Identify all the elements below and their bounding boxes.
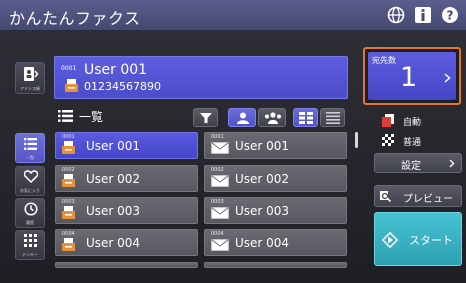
heart-icon bbox=[24, 170, 38, 183]
sidebar-item-tenkey[interactable]: テンキー bbox=[15, 230, 45, 260]
preview-icon bbox=[380, 191, 391, 202]
fax-icon bbox=[62, 141, 75, 154]
sidebar-item-caption: 履歴 bbox=[26, 220, 34, 225]
entry-tile-fax-0004[interactable]: 0004 User 004 bbox=[55, 229, 198, 256]
entry-tile-email-0003[interactable]: 0003 User 003 bbox=[204, 197, 347, 224]
settings-label: 設定 bbox=[401, 161, 421, 172]
keypad-icon bbox=[24, 234, 37, 247]
tile-view-icon bbox=[299, 112, 313, 124]
fax-icon bbox=[65, 79, 78, 92]
chevron-right-icon bbox=[449, 159, 455, 168]
clock-icon bbox=[24, 202, 38, 216]
entry-tile-fax-0003[interactable]: 0003 User 003 bbox=[55, 197, 198, 224]
selected-destination[interactable]: 0001 User 001 01234567890 bbox=[54, 56, 348, 99]
mode-auto-label: 自動 bbox=[403, 118, 422, 128]
start-icon bbox=[382, 232, 398, 248]
auto-mode-icon bbox=[382, 114, 394, 127]
chevron-right-icon bbox=[444, 73, 451, 83]
filter-button[interactable] bbox=[193, 108, 218, 127]
email-icon bbox=[211, 239, 229, 251]
detail-view-button[interactable] bbox=[320, 108, 345, 127]
email-icon bbox=[211, 142, 229, 154]
email-icon bbox=[211, 175, 229, 187]
address-book-caption: アドレス帳 bbox=[20, 86, 40, 91]
sidebar-item-caption: テンキー bbox=[22, 252, 38, 257]
recipient-count-value: 1 bbox=[400, 62, 418, 93]
entry-tile-fax-0001[interactable]: 0001 User 001 bbox=[55, 132, 198, 159]
entry-tile-partial[interactable] bbox=[55, 262, 198, 268]
svg-text:?: ? bbox=[447, 9, 454, 23]
sidebar-item-list[interactable]: 一覧 bbox=[15, 133, 45, 163]
sidebar-item-history[interactable]: 履歴 bbox=[15, 198, 45, 228]
destination-number: 01234567890 bbox=[84, 80, 161, 93]
group-filter-button[interactable] bbox=[258, 108, 286, 127]
entry-tile-email-0004[interactable]: 0004 User 004 bbox=[204, 229, 347, 256]
group-icon bbox=[265, 112, 281, 124]
detail-view-icon bbox=[326, 112, 340, 124]
sidebar-item-caption: お気に入り bbox=[20, 188, 40, 193]
user-icon bbox=[237, 112, 249, 124]
info-icon[interactable] bbox=[414, 6, 432, 24]
sidebar-item-caption: 一覧 bbox=[26, 155, 34, 160]
quality-normal-icon bbox=[382, 134, 394, 146]
entry-tile-fax-0002[interactable]: 0002 User 002 bbox=[55, 165, 198, 192]
list-header-label: 一覧 bbox=[79, 110, 104, 124]
recipient-count-button[interactable]: 宛先数 1 bbox=[363, 47, 461, 105]
tile-view-button[interactable] bbox=[293, 108, 318, 127]
address-book-button[interactable]: アドレス帳 bbox=[15, 62, 45, 94]
preview-button[interactable]: プレビュー bbox=[374, 185, 462, 207]
recipient-count-panel: 宛先数 1 bbox=[368, 52, 456, 100]
destination-index: 0001 bbox=[61, 65, 77, 72]
list-scrollbar[interactable] bbox=[355, 132, 358, 148]
list-icon bbox=[24, 138, 37, 150]
fax-icon bbox=[62, 174, 75, 187]
entry-tile-partial[interactable] bbox=[204, 262, 347, 268]
single-user-filter-button[interactable] bbox=[228, 108, 256, 127]
address-book-icon bbox=[24, 67, 39, 81]
email-icon bbox=[211, 207, 229, 219]
globe-icon[interactable] bbox=[387, 6, 405, 24]
list-icon bbox=[58, 110, 73, 122]
start-label: スタート bbox=[409, 234, 453, 247]
filter-icon bbox=[200, 113, 212, 123]
fax-icon bbox=[62, 238, 75, 251]
sidebar-item-favorites[interactable]: お気に入り bbox=[15, 166, 45, 196]
start-button[interactable]: スタート bbox=[374, 212, 462, 266]
recipient-count-label: 宛先数 bbox=[372, 56, 396, 65]
settings-button[interactable]: 設定 bbox=[374, 153, 462, 173]
destination-name: User 001 bbox=[84, 62, 148, 78]
entry-tile-email-0001[interactable]: 0001 User 001 bbox=[204, 132, 347, 159]
title-bar: かんたんファクス ? bbox=[0, 0, 466, 31]
page-title: かんたんファクス bbox=[9, 9, 141, 28]
help-icon[interactable]: ? bbox=[441, 6, 459, 24]
quality-normal-label: 普通 bbox=[403, 138, 422, 148]
fax-icon bbox=[62, 206, 75, 219]
preview-label: プレビュー bbox=[403, 194, 453, 205]
entry-tile-email-0002[interactable]: 0002 User 002 bbox=[204, 165, 347, 192]
